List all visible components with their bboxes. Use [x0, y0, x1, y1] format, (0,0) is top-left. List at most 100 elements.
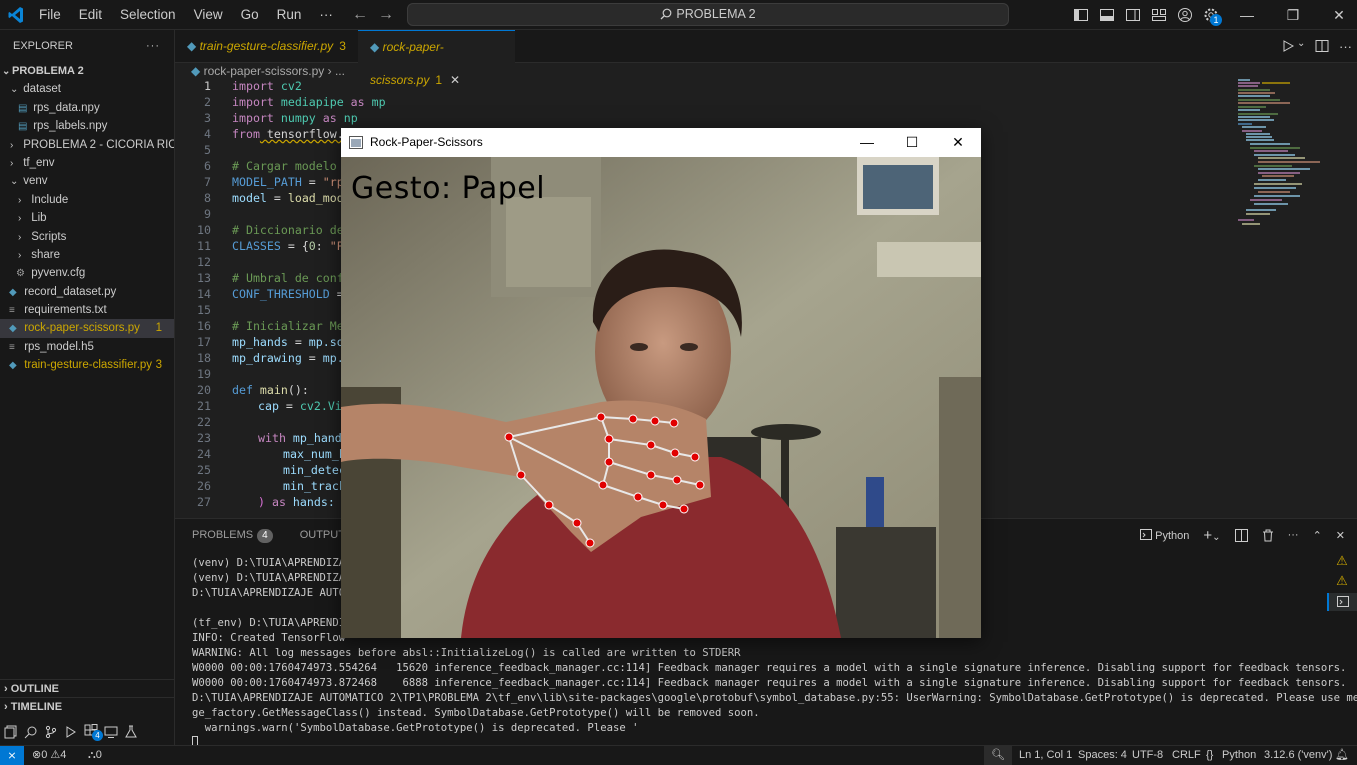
problems-count-badge: 4: [257, 529, 273, 543]
tree-file-record-dataset[interactable]: ◆ record_dataset.py: [0, 283, 174, 301]
chevron-down-icon[interactable]: ⌄: [1297, 38, 1305, 49]
search-icon[interactable]: [24, 725, 38, 739]
panel-toolbar: Python +⌄ ··· ⌃ ✕: [1140, 519, 1345, 551]
split-terminal-icon[interactable]: [1234, 528, 1248, 542]
panel-more-button[interactable]: ···: [1288, 529, 1299, 541]
source-control-icon[interactable]: [44, 725, 58, 739]
problem-count-badge: 3: [155, 359, 162, 372]
tree-folder-dataset[interactable]: ⌄ dataset: [0, 80, 174, 98]
tree-folder-lib[interactable]: › Lib: [0, 209, 174, 227]
maximize-panel-icon[interactable]: ⌃: [1313, 529, 1322, 542]
tree-file-rps-model[interactable]: ≡ rps_model.h5: [0, 338, 174, 356]
breadcrumb-symbol[interactable]: ...: [335, 64, 345, 78]
tree-folder-venv[interactable]: ⌄ venv: [0, 172, 174, 190]
terminal-icon[interactable]: [1327, 593, 1357, 611]
status-bar: ⨯ ⊗0 ⚠4 ⛬0 🔍︎ Ln 1, Col 1 Spaces: 4 UTF-…: [0, 745, 1357, 765]
notifications-bell-icon[interactable]: 🔔︎: [1335, 746, 1349, 765]
python-file-icon: ◆: [187, 39, 197, 53]
menu-more[interactable]: ···: [310, 0, 342, 30]
menu-selection[interactable]: Selection: [111, 0, 185, 30]
tree-file-rock-paper-scissors[interactable]: ◆ rock-paper-scissors.py 1: [0, 319, 174, 338]
command-center-search[interactable]: PROBLEMA 2: [407, 3, 1009, 26]
new-terminal-button[interactable]: +⌄: [1203, 527, 1220, 544]
explorer-more-button[interactable]: ···: [146, 30, 160, 62]
ports-status[interactable]: ⛬0: [88, 746, 102, 765]
remote-explorer-icon[interactable]: [104, 725, 118, 739]
menu-edit[interactable]: Edit: [70, 0, 111, 30]
outline-section[interactable]: › OUTLINE: [0, 679, 175, 697]
timeline-section[interactable]: › TIMELINE: [0, 697, 175, 715]
indentation[interactable]: Spaces: 4: [1078, 746, 1127, 765]
menu-go[interactable]: Go: [232, 0, 268, 30]
chevron-right-icon: ›: [18, 231, 22, 243]
chevron-right-icon: ›: [18, 213, 22, 225]
breadcrumb-file[interactable]: rock-paper-scissors.py: [204, 64, 325, 78]
tree-file-rps-data[interactable]: ▤ rps_data.npy: [0, 99, 174, 117]
chevron-down-icon: ⌄: [1212, 531, 1221, 543]
restore-button[interactable]: ❐: [1270, 0, 1316, 30]
testing-flask-icon[interactable]: [124, 725, 138, 739]
extensions-icon[interactable]: 4: [84, 723, 103, 741]
zoom-search-icon[interactable]: 🔍︎: [984, 746, 1012, 765]
tree-file-pyvenv-cfg[interactable]: ⚙ pyvenv.cfg: [0, 264, 174, 282]
tree-folder-problema2-cicoria[interactable]: › PROBLEMA 2 - CICORIA RICCI: [0, 136, 174, 154]
tree-file-requirements[interactable]: ≡ requirements.txt: [0, 301, 174, 319]
toggle-panel-icon[interactable]: [1099, 7, 1115, 23]
toggle-sidebar-icon[interactable]: [1073, 7, 1089, 23]
split-editor-icon[interactable]: [1315, 39, 1329, 53]
python-interpreter[interactable]: 3.12.6 ('venv'): [1264, 746, 1332, 765]
search-icon: [660, 8, 672, 20]
line-ending[interactable]: CRLF: [1172, 746, 1201, 765]
warning-icon[interactable]: ⚠: [1327, 573, 1357, 593]
cursor-position[interactable]: Ln 1, Col 1: [1019, 746, 1072, 765]
chevron-down-icon: ⌄: [10, 84, 19, 96]
tab-problems[interactable]: PROBLEMS 4: [175, 519, 283, 551]
trash-icon[interactable]: [1262, 529, 1274, 542]
explorer-root-folder[interactable]: ⌄ PROBLEMA 2: [0, 62, 174, 80]
camera-feed: Gesto: Papel: [341, 157, 981, 638]
editor-minimap[interactable]: [1230, 78, 1345, 253]
menu-file[interactable]: File: [30, 0, 70, 30]
editor-more-button[interactable]: ···: [1339, 30, 1352, 63]
activity-bar: 4: [0, 719, 175, 745]
account-icon[interactable]: [1177, 7, 1193, 23]
close-panel-icon[interactable]: ✕: [1336, 529, 1345, 542]
python-file-icon: ◆: [9, 360, 17, 372]
tree-folder-share[interactable]: › share: [0, 246, 174, 264]
warning-icon[interactable]: ⚠: [1327, 553, 1357, 573]
camera-window: Rock-Paper-Scissors — ☐ ✕ Gesto: Papel: [341, 128, 981, 638]
camera-maximize-button[interactable]: ☐: [889, 128, 935, 157]
run-debug-icon[interactable]: [64, 725, 78, 739]
problem-count-badge: 1: [155, 322, 162, 335]
explorer-files-icon[interactable]: [4, 725, 18, 739]
back-arrow-icon[interactable]: ←: [352, 6, 368, 24]
tab-train-gesture-classifier[interactable]: ◆ train-gesture-classifier.py 3: [175, 30, 358, 63]
forward-arrow-icon[interactable]: →: [378, 6, 394, 24]
tree-folder-scripts[interactable]: › Scripts: [0, 228, 174, 246]
tree-folder-tf-env[interactable]: › tf_env: [0, 154, 174, 172]
tree-folder-include[interactable]: › Include: [0, 191, 174, 209]
camera-minimize-button[interactable]: —: [844, 128, 890, 157]
language-mode[interactable]: Python: [1222, 746, 1256, 765]
extensions-badge: 4: [92, 729, 103, 741]
file-icon: ≡: [9, 341, 15, 353]
run-file-icon[interactable]: [1282, 40, 1294, 52]
tree-file-rps-labels[interactable]: ▤ rps_labels.npy: [0, 117, 174, 135]
remote-indicator-icon[interactable]: ⨯: [0, 746, 24, 765]
editor-tabs: ◆ train-gesture-classifier.py 3 ◆ rock-pa…: [175, 30, 1357, 87]
tree-file-train-gesture-classifier[interactable]: ◆ train-gesture-classifier.py 3: [0, 356, 174, 374]
chevron-right-icon: ›: [18, 249, 22, 261]
language-braces-icon[interactable]: {}: [1206, 746, 1213, 765]
terminal-kind[interactable]: Python: [1140, 528, 1189, 542]
encoding[interactable]: UTF-8: [1132, 746, 1163, 765]
terminal-icon: [1140, 528, 1153, 540]
customize-layout-icon[interactable]: [1151, 7, 1167, 23]
tab-rock-paper-scissors[interactable]: ◆ rock-paper-scissors.py 1 ✕: [358, 30, 515, 87]
camera-close-button[interactable]: ✕: [935, 128, 981, 157]
menu-run[interactable]: Run: [268, 0, 311, 30]
problems-status[interactable]: ⊗0 ⚠4: [32, 746, 66, 765]
close-button[interactable]: ✕: [1316, 0, 1357, 30]
toggle-secondary-sidebar-icon[interactable]: [1125, 7, 1141, 23]
menu-view[interactable]: View: [185, 0, 232, 30]
minimize-button[interactable]: —: [1224, 0, 1270, 30]
